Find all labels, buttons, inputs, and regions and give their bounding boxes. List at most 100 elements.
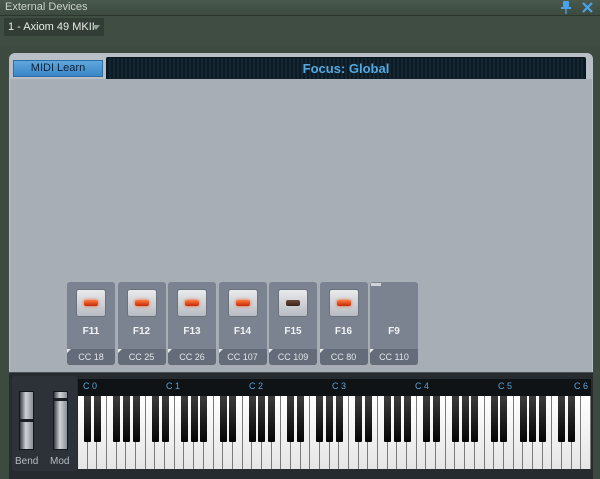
black-key[interactable] bbox=[84, 396, 92, 442]
function-key[interactable]: F11 CC 18 bbox=[67, 282, 115, 365]
black-key[interactable] bbox=[461, 396, 469, 442]
keyboard-section: Bend Mod C 0 C 1 C 2 C 3 C 4 C 5 C 6 bbox=[9, 372, 593, 479]
piano-keyboard[interactable] bbox=[78, 396, 591, 469]
bend-label: Bend bbox=[15, 456, 39, 467]
corner-marker bbox=[269, 349, 273, 353]
black-key[interactable] bbox=[519, 396, 527, 442]
cc-label: CC 80 bbox=[319, 349, 368, 365]
function-key[interactable]: F14 CC 107 bbox=[218, 282, 267, 365]
black-key[interactable] bbox=[200, 396, 208, 442]
function-key-label: F16 bbox=[334, 326, 353, 337]
led-indicator bbox=[286, 300, 300, 306]
cc-label: CC 110 bbox=[370, 349, 418, 365]
function-key-button[interactable] bbox=[76, 289, 106, 317]
function-key-button[interactable] bbox=[126, 289, 157, 317]
black-key[interactable] bbox=[432, 396, 440, 442]
corner-marker bbox=[218, 349, 223, 353]
black-key[interactable] bbox=[451, 396, 459, 442]
octave-label: C 0 bbox=[83, 381, 98, 391]
function-key-label: F15 bbox=[284, 326, 302, 337]
function-key-button[interactable] bbox=[328, 289, 359, 317]
window-title: External Devices bbox=[5, 1, 88, 13]
mod-wheel[interactable] bbox=[53, 391, 68, 450]
black-key[interactable] bbox=[122, 396, 130, 442]
octave-label: C 2 bbox=[249, 381, 264, 391]
octave-bar: C 0 C 1 C 2 C 3 C 4 C 5 C 6 bbox=[78, 379, 591, 396]
octave-label: C 6 bbox=[574, 381, 589, 391]
led-indicator bbox=[84, 300, 98, 306]
octave-label: C 3 bbox=[332, 381, 347, 391]
cc-label: CC 26 bbox=[168, 349, 216, 365]
black-key[interactable] bbox=[335, 396, 343, 442]
key-tab bbox=[371, 283, 381, 286]
black-key[interactable] bbox=[151, 396, 159, 442]
black-key[interactable] bbox=[500, 396, 508, 442]
black-key[interactable] bbox=[490, 396, 498, 442]
led-indicator bbox=[185, 300, 199, 306]
cc-label: CC 109 bbox=[269, 349, 317, 365]
device-select[interactable]: 1 - Axiom 49 MKII bbox=[4, 18, 104, 36]
device-bar: 1 - Axiom 49 MKII bbox=[0, 16, 600, 46]
function-key[interactable]: F13 CC 26 bbox=[168, 282, 216, 365]
black-key[interactable] bbox=[161, 396, 169, 442]
midi-learn-button[interactable]: MIDI Learn bbox=[13, 60, 103, 77]
black-key[interactable] bbox=[287, 396, 295, 442]
function-key-label: F11 bbox=[82, 326, 100, 337]
corner-marker bbox=[370, 349, 374, 353]
black-key[interactable] bbox=[93, 396, 101, 442]
white-key[interactable] bbox=[581, 396, 591, 469]
function-key[interactable]: F12 CC 25 bbox=[117, 282, 166, 365]
mod-label: Mod bbox=[50, 456, 70, 467]
led-indicator bbox=[134, 300, 149, 306]
black-key[interactable] bbox=[539, 396, 547, 442]
wheels-panel: Bend Mod bbox=[12, 376, 77, 471]
pitch-bend-wheel[interactable] bbox=[19, 391, 34, 450]
black-key[interactable] bbox=[529, 396, 537, 442]
black-key[interactable] bbox=[471, 396, 479, 442]
function-key[interactable]: F15 CC 109 bbox=[269, 282, 317, 365]
function-key[interactable]: F16 CC 80 bbox=[319, 282, 368, 365]
black-key[interactable] bbox=[393, 396, 401, 442]
title-bar: External Devices bbox=[0, 0, 600, 16]
black-key[interactable] bbox=[268, 396, 276, 442]
corner-marker bbox=[67, 349, 71, 353]
function-key-label: F13 bbox=[183, 326, 201, 337]
black-key[interactable] bbox=[132, 396, 140, 442]
led-indicator bbox=[336, 300, 351, 306]
black-key[interactable] bbox=[248, 396, 256, 442]
corner-marker bbox=[168, 349, 172, 353]
function-key-button[interactable] bbox=[278, 289, 308, 317]
black-key[interactable] bbox=[229, 396, 237, 442]
cc-label: CC 107 bbox=[218, 349, 267, 365]
focus-display: Focus: Global bbox=[106, 57, 586, 81]
octave-label: C 4 bbox=[415, 381, 430, 391]
black-key[interactable] bbox=[326, 396, 334, 442]
black-key[interactable] bbox=[384, 396, 392, 442]
led-indicator bbox=[235, 300, 250, 306]
black-key[interactable] bbox=[113, 396, 121, 442]
black-key[interactable] bbox=[258, 396, 266, 442]
function-key-button[interactable] bbox=[177, 289, 207, 317]
octave-label: C 1 bbox=[166, 381, 181, 391]
corner-marker bbox=[319, 349, 324, 353]
close-icon[interactable] bbox=[582, 2, 593, 13]
black-key[interactable] bbox=[355, 396, 363, 442]
corner-marker bbox=[117, 349, 122, 353]
black-key[interactable] bbox=[422, 396, 430, 442]
black-key[interactable] bbox=[364, 396, 372, 442]
black-key[interactable] bbox=[558, 396, 566, 442]
cc-label: CC 18 bbox=[67, 349, 115, 365]
black-key[interactable] bbox=[568, 396, 576, 442]
black-key[interactable] bbox=[190, 396, 198, 442]
black-key[interactable] bbox=[297, 396, 305, 442]
function-key-button[interactable] bbox=[227, 289, 258, 317]
black-key[interactable] bbox=[403, 396, 411, 442]
function-key-label: F12 bbox=[132, 326, 151, 337]
function-key-label: F14 bbox=[233, 326, 252, 337]
black-key[interactable] bbox=[219, 396, 227, 442]
black-key[interactable] bbox=[316, 396, 324, 442]
function-key-label: F9 bbox=[388, 326, 400, 337]
pin-icon[interactable] bbox=[560, 1, 572, 14]
black-key[interactable] bbox=[180, 396, 188, 442]
function-key[interactable]: F9 CC 110 bbox=[370, 282, 418, 365]
